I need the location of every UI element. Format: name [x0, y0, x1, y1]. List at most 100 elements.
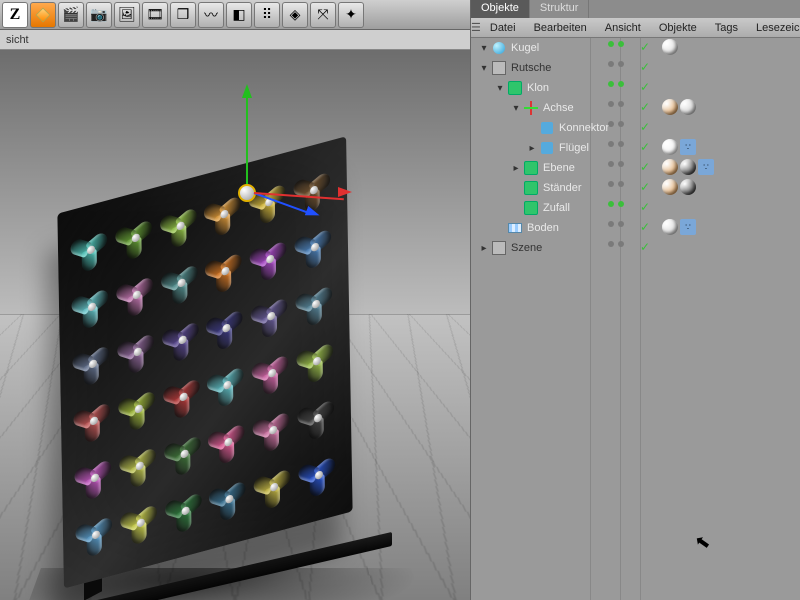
tree-row-szene[interactable]: ▸ Szene ✓	[471, 238, 800, 258]
axis-gizmo[interactable]	[238, 184, 256, 202]
material-tag-icon[interactable]	[662, 219, 678, 235]
visibility-dots[interactable]	[608, 121, 624, 127]
dynamics-tag-icon[interactable]: ∵	[698, 159, 714, 175]
cmd-b[interactable]: 📷	[86, 2, 112, 28]
prim-cube[interactable]	[30, 2, 56, 28]
enable-check[interactable]: ✓	[640, 100, 650, 114]
dynamics-tag-icon[interactable]: ∵	[680, 219, 696, 235]
visibility-dots[interactable]	[608, 141, 624, 147]
visibility-dots[interactable]	[608, 41, 624, 47]
object-label[interactable]: Konnektor	[559, 122, 609, 134]
hierarchy-tree[interactable]: ▾ Kugel ✓ ▾ Rutsche ✓ ▾ Klon ✓ ▾ Achse ✓ Konnektor ✓…	[471, 38, 800, 600]
menu-4[interactable]: Tags	[706, 22, 747, 34]
material-tag-icon[interactable]	[680, 99, 696, 115]
spiral[interactable]: 〰	[198, 2, 224, 28]
enable-check[interactable]: ✓	[640, 200, 650, 214]
cmd-a[interactable]: 🎬	[58, 2, 84, 28]
object-label[interactable]: Klon	[527, 82, 549, 94]
menu-5[interactable]: Lesezeic	[747, 22, 800, 34]
cmd-d[interactable]: 🎞	[142, 2, 168, 28]
disclosure-icon[interactable]: ▸	[525, 143, 539, 154]
disclosure-icon[interactable]: ▸	[477, 243, 491, 254]
tree-row-achse[interactable]: ▾ Achse ✓	[471, 98, 800, 118]
tag-set[interactable]: ∵	[662, 139, 696, 155]
visibility-dots[interactable]	[608, 101, 624, 107]
cmd-e[interactable]: ◈	[282, 2, 308, 28]
tag-set[interactable]	[662, 39, 678, 55]
disclosure-icon[interactable]: ▾	[493, 83, 507, 94]
tab-objekte[interactable]: Objekte	[471, 0, 530, 18]
boole[interactable]: ◧	[226, 2, 252, 28]
object-label[interactable]: Szene	[511, 242, 542, 254]
tree-row-flügel[interactable]: ▸ Flügel ✓ ∵	[471, 138, 800, 158]
cmd-f[interactable]: ⤧	[310, 2, 336, 28]
tree-row-rutsche[interactable]: ▾ Rutsche ✓	[471, 58, 800, 78]
blade-20	[164, 366, 203, 427]
material-tag-icon[interactable]	[680, 159, 696, 175]
tree-row-ständer[interactable]: Ständer ✓	[471, 178, 800, 198]
object-label[interactable]: Boden	[527, 222, 559, 234]
tree-row-boden[interactable]: Boden ✓ ∵	[471, 218, 800, 238]
enable-check[interactable]: ✓	[640, 220, 650, 234]
enable-check[interactable]: ✓	[640, 60, 650, 74]
visibility-dots[interactable]	[608, 201, 624, 207]
enable-check[interactable]: ✓	[640, 40, 650, 54]
axes-icon	[523, 100, 539, 116]
material-tag-icon[interactable]	[662, 179, 678, 195]
disclosure-icon[interactable]: ▾	[509, 103, 523, 114]
menu-3[interactable]: Objekte	[650, 22, 706, 34]
object-manager: ObjekteStruktur ☰ DateiBearbeitenAnsicht…	[470, 0, 800, 600]
visibility-dots[interactable]	[608, 241, 624, 247]
isosurf[interactable]: ❒	[170, 2, 196, 28]
object-label[interactable]: Ständer	[543, 182, 582, 194]
tag-set[interactable]: ∵	[662, 159, 714, 175]
menu-1[interactable]: Bearbeiten	[525, 22, 596, 34]
object-label[interactable]: Zufall	[543, 202, 570, 214]
tree-row-kugel[interactable]: ▾ Kugel ✓	[471, 38, 800, 58]
tab-struktur[interactable]: Struktur	[530, 0, 590, 18]
visibility-dots[interactable]	[608, 161, 624, 167]
enable-check[interactable]: ✓	[640, 240, 650, 254]
tree-row-zufall[interactable]: Zufall ✓	[471, 198, 800, 218]
object-label[interactable]: Rutsche	[511, 62, 551, 74]
disclosure-icon[interactable]: ▾	[477, 63, 491, 74]
visibility-dots[interactable]	[608, 81, 624, 87]
menu-2[interactable]: Ansicht	[596, 22, 650, 34]
material-tag-icon[interactable]	[662, 99, 678, 115]
tag-set[interactable]	[662, 179, 696, 195]
material-tag-icon[interactable]	[662, 39, 678, 55]
menu-0[interactable]: Datei	[481, 22, 525, 34]
cmd-c[interactable]: 🖼	[114, 2, 140, 28]
material-tag-icon[interactable]	[680, 179, 696, 195]
tree-row-klon[interactable]: ▾ Klon ✓	[471, 78, 800, 98]
z-button[interactable]: Z	[2, 2, 28, 28]
disclosure-icon[interactable]: ▾	[477, 43, 491, 54]
panel-menu-icon[interactable]: ☰	[471, 18, 481, 38]
visibility-dots[interactable]	[608, 61, 624, 67]
enable-check[interactable]: ✓	[640, 80, 650, 94]
enable-check[interactable]: ✓	[640, 180, 650, 194]
tag-set[interactable]	[662, 99, 696, 115]
visibility-dots[interactable]	[608, 221, 624, 227]
sphere-icon	[491, 40, 507, 56]
viewport-3d[interactable]	[0, 50, 470, 600]
blade-23	[297, 331, 336, 392]
disclosure-icon[interactable]: ▸	[509, 163, 523, 174]
tree-row-ebene[interactable]: ▸ Ebene ✓ ∵	[471, 158, 800, 178]
material-tag-icon[interactable]	[662, 159, 678, 175]
dynamics-tag-icon[interactable]: ∵	[680, 139, 696, 155]
cmd-g[interactable]: ✦	[338, 2, 364, 28]
tag-set[interactable]: ∵	[662, 219, 696, 235]
array[interactable]: ⠿	[254, 2, 280, 28]
object-label[interactable]: Achse	[543, 102, 574, 114]
object-label[interactable]: Kugel	[511, 42, 539, 54]
enable-check[interactable]: ✓	[640, 140, 650, 154]
tree-row-konnektor[interactable]: Konnektor ✓	[471, 118, 800, 138]
object-label[interactable]: Ebene	[543, 162, 575, 174]
visibility-dots[interactable]	[608, 181, 624, 187]
cyan-icon	[539, 120, 555, 136]
enable-check[interactable]: ✓	[640, 160, 650, 174]
material-tag-icon[interactable]	[662, 139, 678, 155]
object-label[interactable]: Flügel	[559, 142, 589, 154]
enable-check[interactable]: ✓	[640, 120, 650, 134]
